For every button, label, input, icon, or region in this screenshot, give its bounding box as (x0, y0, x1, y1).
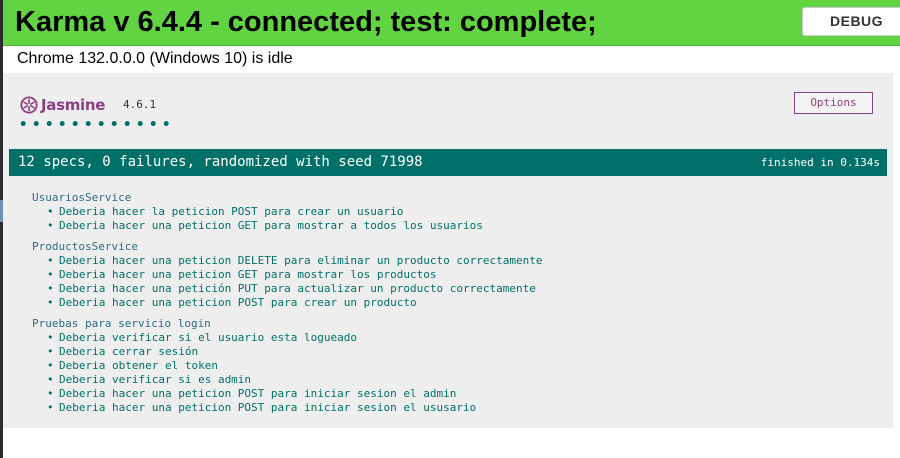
bullet-icon: • (47, 268, 54, 281)
spec-description[interactable]: Deberia hacer una petición PUT para actu… (59, 282, 536, 295)
spec-item: • Deberia hacer una petición PUT para act… (32, 282, 542, 296)
spec-description[interactable]: Deberia hacer una peticion DELETE para e… (59, 254, 542, 267)
finished-time: finished in 0.134s (760, 156, 880, 169)
bullet-icon: • (47, 401, 54, 414)
spec-description[interactable]: Deberia cerrar sesión (59, 345, 198, 358)
bullet-icon: • (47, 345, 54, 358)
bullet-icon: • (47, 254, 54, 267)
spec-item: • Deberia hacer una peticion POST para cr… (32, 296, 542, 310)
jasmine-logo-text: Jasmine (41, 96, 106, 114)
spec-description[interactable]: Deberia hacer la peticion POST para crea… (59, 205, 403, 218)
spec-item: • Deberia obtener el token (32, 359, 542, 373)
spec-description[interactable]: Deberia hacer una peticion POST para cre… (59, 296, 417, 309)
suite-name[interactable]: UsuariosService (32, 191, 542, 205)
spec-passed-dot[interactable]: • (149, 118, 157, 132)
spec-item: • Deberia hacer una peticion DELETE para … (32, 254, 542, 268)
browser-status: Chrome 132.0.0.0 (Windows 10) is idle (17, 50, 293, 67)
spec-passed-dot[interactable]: • (97, 118, 105, 132)
suite: Pruebas para servicio login • Deberia veri… (32, 317, 542, 415)
spec-item: • Deberia hacer la peticion POST para cre… (32, 205, 542, 219)
spec-dots: • • • • • • • • • • • • (19, 118, 170, 132)
suite-name[interactable]: Pruebas para servicio login (32, 317, 542, 331)
spec-passed-dot[interactable]: • (19, 118, 27, 132)
bullet-icon: • (47, 205, 54, 218)
spec-description[interactable]: Deberia verificar si es admin (59, 373, 251, 386)
jasmine-logo[interactable]: Jasmine (20, 95, 105, 115)
spec-description[interactable]: Deberia hacer una peticion POST para ini… (59, 387, 456, 400)
spec-description[interactable]: Deberia hacer una peticion GET para most… (59, 268, 437, 281)
spec-passed-dot[interactable]: • (110, 118, 118, 132)
spec-item: • Deberia hacer una peticion GET para mos… (32, 219, 542, 233)
bullet-icon: • (47, 359, 54, 372)
spec-item: • Deberia cerrar sesión (32, 345, 542, 359)
bullet-icon: • (47, 387, 54, 400)
spec-passed-dot[interactable]: • (58, 118, 66, 132)
spec-description[interactable]: Deberia hacer una peticion GET para most… (59, 219, 483, 232)
spec-passed-dot[interactable]: • (136, 118, 144, 132)
bullet-icon: • (47, 219, 54, 232)
suite: ProductosService • Deberia hacer una petic… (32, 240, 542, 310)
spec-item: • Deberia hacer una peticion GET para mos… (32, 268, 542, 282)
spec-description[interactable]: Deberia verificar si el usuario esta log… (59, 331, 357, 344)
bullet-icon: • (47, 282, 54, 295)
jasmine-flower-icon (20, 96, 38, 114)
summary-text: 12 specs, 0 failures, randomized with se… (18, 154, 423, 170)
bullet-icon: • (47, 296, 54, 309)
spec-results: UsuariosService • Deberia hacer la peticio… (32, 191, 542, 422)
bullet-icon: • (47, 331, 54, 344)
debug-button[interactable]: DEBUG (802, 7, 900, 36)
karma-banner: Karma v 6.4.4 - connected; test: complet… (3, 0, 900, 46)
jasmine-version: 4.6.1 (123, 98, 157, 111)
spec-item: • Deberia hacer una peticion POST para in… (32, 401, 542, 415)
spec-passed-dot[interactable]: • (32, 118, 40, 132)
options-button[interactable]: Options (794, 92, 873, 114)
spec-passed-dot[interactable]: • (123, 118, 131, 132)
spec-description[interactable]: Deberia obtener el token (59, 359, 218, 372)
bullet-icon: • (47, 373, 54, 386)
spec-passed-dot[interactable]: • (162, 118, 170, 132)
suite-name[interactable]: ProductosService (32, 240, 542, 254)
banner-title: Karma v 6.4.4 - connected; test: complet… (15, 6, 597, 38)
suite: UsuariosService • Deberia hacer la peticio… (32, 191, 542, 233)
spec-item: • Deberia verificar si el usuario esta lo… (32, 331, 542, 345)
spec-item: • Deberia verificar si es admin (32, 373, 542, 387)
summary-bar: 12 specs, 0 failures, randomized with se… (9, 149, 887, 176)
spec-description[interactable]: Deberia hacer una peticion POST para ini… (59, 401, 476, 414)
spec-passed-dot[interactable]: • (84, 118, 92, 132)
spec-item: • Deberia hacer una peticion POST para in… (32, 387, 542, 401)
spec-passed-dot[interactable]: • (71, 118, 79, 132)
jasmine-reporter: Jasmine 4.6.1 Options • • • • • • • • • • • • 12 sp… (3, 73, 893, 428)
spec-passed-dot[interactable]: • (45, 118, 53, 132)
